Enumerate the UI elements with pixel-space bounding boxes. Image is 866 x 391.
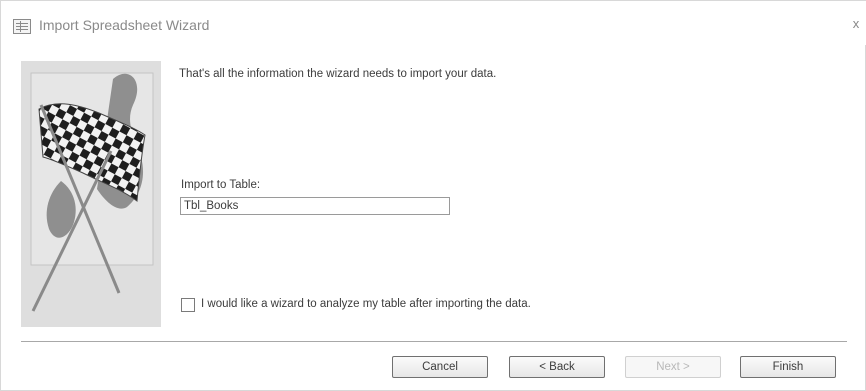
wizard-side-panel xyxy=(21,61,161,327)
title-bar: Import Spreadsheet Wizard x xyxy=(1,1,866,45)
analyze-checkbox-label[interactable]: I would like a wizard to analyze my tabl… xyxy=(201,298,531,310)
completion-message: That's all the information the wizard ne… xyxy=(179,68,497,80)
checkered-flag-icon xyxy=(30,72,154,312)
spreadsheet-icon xyxy=(13,19,31,34)
import-spreadsheet-wizard-window: Import Spreadsheet Wizard x That's all t… xyxy=(0,0,866,391)
analyze-table-checkbox[interactable] xyxy=(181,298,195,312)
next-button[interactable]: Next > xyxy=(625,356,721,378)
back-button[interactable]: < Back xyxy=(509,356,605,378)
table-name-input[interactable] xyxy=(180,197,450,215)
close-icon[interactable]: x xyxy=(849,15,863,33)
footer-divider xyxy=(21,341,847,343)
window-title: Import Spreadsheet Wizard xyxy=(39,17,210,33)
finish-button[interactable]: Finish xyxy=(740,356,836,378)
import-to-table-label: Import to Table: xyxy=(181,179,261,191)
cancel-button[interactable]: Cancel xyxy=(392,356,488,378)
